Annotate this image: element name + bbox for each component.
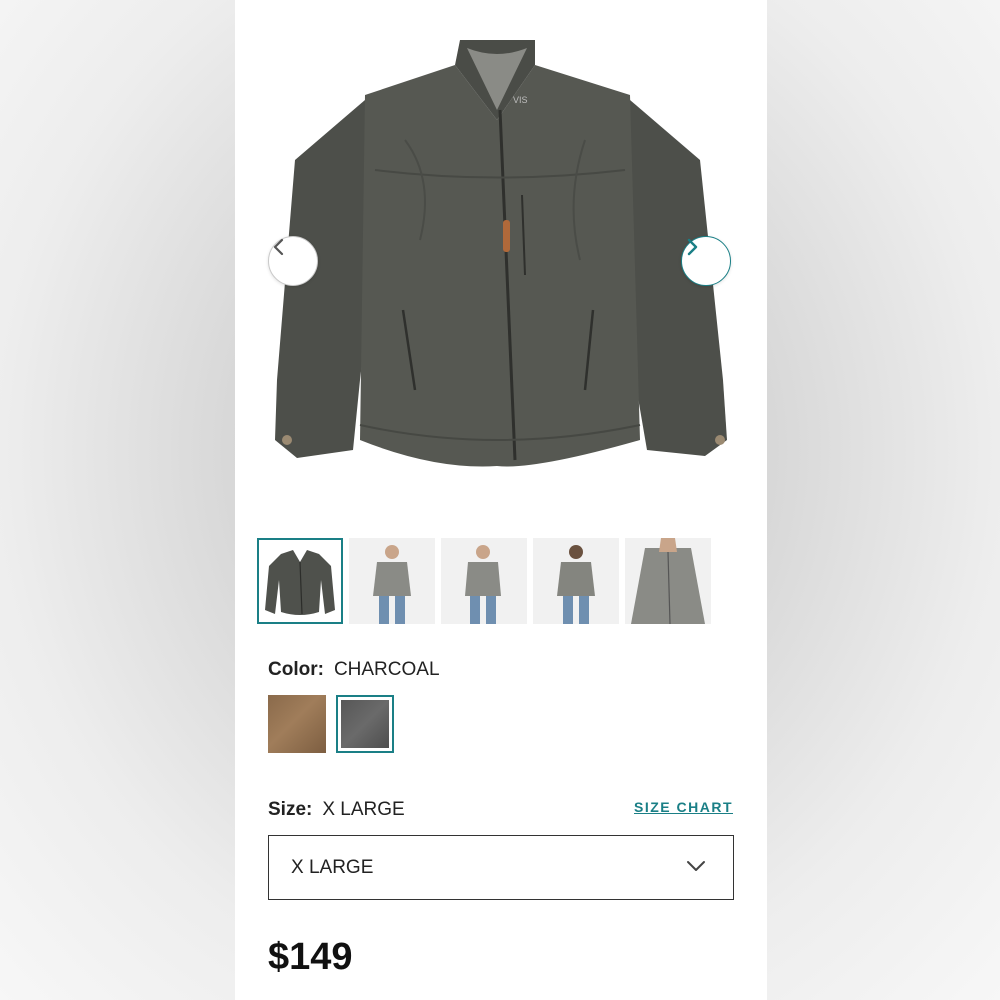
color-label: Color: [268, 659, 324, 680]
product-page: VIS Color: CHARCOAL Size: X LARGE SIZE C… [235, 0, 767, 1000]
jacket-thumbnail-image [265, 550, 335, 615]
chevron-left-icon [273, 238, 284, 256]
thumbnail-strip [257, 538, 711, 624]
chevron-down-icon [687, 861, 705, 871]
color-value: CHARCOAL [333, 659, 440, 680]
size-select[interactable]: X LARGE [268, 835, 734, 900]
thumbnail-model-back[interactable] [533, 538, 619, 624]
color-swatch-charcoal[interactable] [336, 695, 394, 753]
color-swatches [268, 695, 394, 753]
color-label-row: Color: CHARCOAL [268, 659, 440, 681]
model-thumbnail-image [465, 545, 501, 624]
model-thumbnail-image [557, 545, 595, 624]
model-thumbnail-image [373, 545, 411, 624]
thumbnail-model-front[interactable] [349, 538, 435, 624]
product-price: $149 [268, 936, 353, 978]
thumbnail-model-detail[interactable] [625, 538, 711, 624]
size-value: X LARGE [322, 799, 405, 820]
next-image-button[interactable] [681, 236, 731, 286]
color-swatch-brown[interactable] [268, 695, 326, 753]
size-label-row: Size: X LARGE [268, 799, 405, 821]
size-label: Size: [268, 799, 313, 820]
size-select-value: X LARGE [291, 856, 374, 878]
size-chart-link[interactable]: SIZE CHART [634, 799, 733, 815]
brand-tag: VIS [513, 95, 528, 105]
thumbnail-flat-jacket[interactable] [257, 538, 343, 624]
previous-image-button[interactable] [268, 236, 318, 286]
model-thumbnail-image [631, 538, 705, 624]
product-image-carousel[interactable]: VIS [235, 0, 767, 520]
chevron-right-icon [687, 238, 698, 256]
thumbnail-model-angle[interactable] [441, 538, 527, 624]
